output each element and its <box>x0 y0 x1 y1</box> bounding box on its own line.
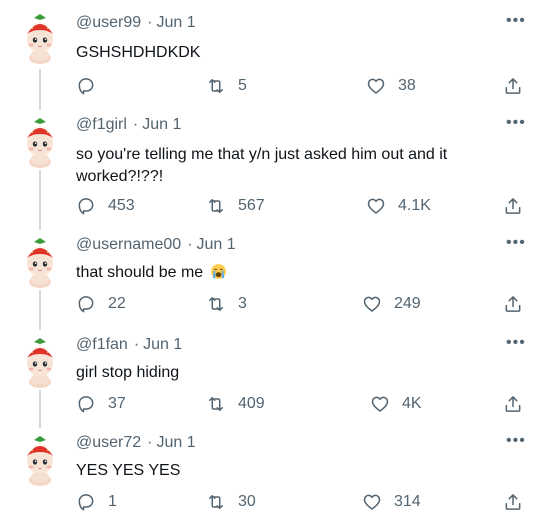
user-handle[interactable]: @f1girl <box>76 116 127 133</box>
tweet-meta: @user99 · Jun 1 <box>76 14 196 32</box>
tweet[interactable]: @username00 · Jun 1 ••• that should be me … <box>0 230 540 330</box>
retweet-button[interactable]: 30 <box>206 492 256 512</box>
more-options-button[interactable]: ••• <box>506 234 526 252</box>
retweet-button[interactable]: 3 <box>206 294 247 314</box>
like-button[interactable]: 4.1K <box>366 196 431 216</box>
tweet-meta: @user72 · Jun 1 <box>76 434 196 452</box>
reply-button[interactable]: 22 <box>76 294 126 314</box>
retweet-icon <box>206 196 226 216</box>
separator: · <box>132 116 139 133</box>
tweet[interactable]: @f1girl · Jun 1 ••• so you're telling me t… <box>0 110 540 230</box>
tweet-date[interactable]: Jun 1 <box>142 116 181 133</box>
tweet-text-content: that should be me <box>76 264 204 281</box>
avatar[interactable] <box>18 336 62 388</box>
loudly-crying-face-icon <box>210 263 227 280</box>
tweet-text: YES YES YES <box>76 462 181 479</box>
separator: · <box>187 236 193 253</box>
reply-button[interactable]: 37 <box>76 394 126 414</box>
share-button[interactable] <box>503 76 523 101</box>
reply-icon <box>76 294 96 314</box>
retweet-icon <box>206 294 226 314</box>
tweet-text: girl stop hiding <box>76 364 180 381</box>
avatar[interactable] <box>18 236 62 288</box>
retweet-icon <box>206 492 226 512</box>
retweet-icon <box>206 76 226 96</box>
tweet-meta: @username00 · Jun 1 <box>76 236 236 254</box>
tweet-date[interactable]: Jun 1 <box>157 14 196 31</box>
share-icon <box>503 76 523 96</box>
share-button[interactable] <box>503 394 523 419</box>
share-button[interactable] <box>503 294 523 319</box>
reply-icon <box>76 196 96 216</box>
user-handle[interactable]: @f1fan <box>76 336 128 353</box>
retweet-button[interactable]: 567 <box>206 196 265 216</box>
like-button[interactable]: 314 <box>362 492 421 512</box>
tweet-date[interactable]: Jun 1 <box>197 236 236 253</box>
retweet-icon <box>206 394 226 414</box>
tweet-meta: @f1fan · Jun 1 <box>76 336 182 354</box>
retweet-count: 409 <box>238 395 265 412</box>
tweet-meta: @f1girl · Jun 1 <box>76 116 181 134</box>
share-button[interactable] <box>503 196 523 221</box>
retweet-count: 567 <box>238 197 265 214</box>
like-count: 38 <box>398 77 416 94</box>
reply-icon <box>76 394 96 414</box>
like-button[interactable]: 38 <box>366 76 416 96</box>
share-icon <box>503 492 523 512</box>
reply-icon <box>76 492 96 512</box>
avatar[interactable] <box>18 12 62 64</box>
reply-button[interactable] <box>76 76 108 96</box>
retweet-button[interactable]: 409 <box>206 394 265 414</box>
retweet-count: 30 <box>238 493 256 510</box>
avatar[interactable] <box>18 434 62 486</box>
retweet-count: 3 <box>238 295 247 312</box>
share-icon <box>503 294 523 314</box>
share-button[interactable] <box>503 492 523 517</box>
separator: · <box>147 14 153 31</box>
user-handle[interactable]: @user72 <box>76 434 141 451</box>
reply-button[interactable]: 453 <box>76 196 135 216</box>
heart-icon <box>366 196 386 216</box>
reply-count: 22 <box>108 295 126 312</box>
tweet[interactable]: @user99 · Jun 1 ••• GSHSHDHDKDK 5 38 <box>0 0 540 110</box>
share-icon <box>503 196 523 216</box>
heart-icon <box>370 394 390 414</box>
more-options-button[interactable]: ••• <box>506 432 526 450</box>
retweet-button[interactable]: 5 <box>206 76 247 96</box>
like-button[interactable]: 4K <box>370 394 422 414</box>
reply-count: 37 <box>108 395 126 412</box>
heart-icon <box>362 294 382 314</box>
like-count: 249 <box>394 295 421 312</box>
reply-icon <box>76 76 96 96</box>
tweet-text: that should be me <box>76 262 476 284</box>
separator: · <box>133 336 140 353</box>
heart-icon <box>362 492 382 512</box>
retweet-count: 5 <box>238 77 247 94</box>
reply-count: 453 <box>108 197 135 214</box>
more-options-button[interactable]: ••• <box>506 12 526 30</box>
user-handle[interactable]: @user99 <box>76 14 141 31</box>
user-handle[interactable]: @username00 <box>76 236 181 253</box>
reply-count: 1 <box>108 493 117 510</box>
avatar[interactable] <box>18 116 62 168</box>
heart-icon <box>366 76 386 96</box>
share-icon <box>503 394 523 414</box>
tweet[interactable]: @f1fan · Jun 1 ••• girl stop hiding 37 409… <box>0 330 540 430</box>
like-button[interactable]: 249 <box>362 294 421 314</box>
tweet-date[interactable]: Jun 1 <box>143 336 182 353</box>
tweet-date[interactable]: Jun 1 <box>157 434 196 451</box>
tweet-text: GSHSHDHDKDK <box>76 44 201 61</box>
like-count: 314 <box>394 493 421 510</box>
more-options-button[interactable]: ••• <box>506 334 526 352</box>
tweet-text: so you're telling me that y/n just asked… <box>76 146 448 185</box>
more-options-button[interactable]: ••• <box>506 114 526 132</box>
separator: · <box>147 434 153 451</box>
like-count: 4.1K <box>398 197 431 214</box>
like-count: 4K <box>402 395 422 412</box>
reply-button[interactable]: 1 <box>76 492 117 512</box>
tweet[interactable]: @user72 · Jun 1 ••• YES YES YES 1 30 314 <box>0 430 540 524</box>
